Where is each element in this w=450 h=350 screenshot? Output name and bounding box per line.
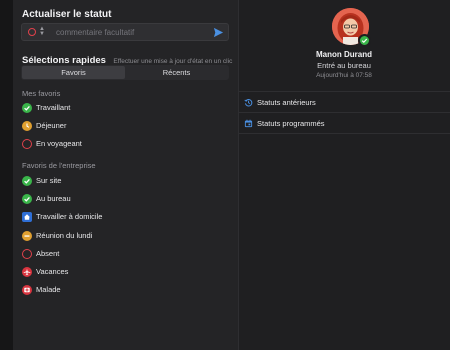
red-ring-icon bbox=[22, 139, 32, 149]
left-rail bbox=[0, 0, 13, 350]
company-item-label: Réunion du lundi bbox=[36, 231, 93, 240]
check-circle-icon bbox=[22, 103, 32, 113]
clock-icon bbox=[22, 121, 32, 131]
company-favorites-label: Favoris de l'entreprise bbox=[22, 161, 96, 170]
history-icon bbox=[244, 99, 253, 107]
favorite-item-label: Déjeuner bbox=[36, 121, 67, 130]
send-icon[interactable] bbox=[213, 27, 224, 38]
company-item-label: Sur site bbox=[36, 176, 62, 185]
airplane-icon bbox=[22, 267, 32, 277]
my-favorites-label: Mes favoris bbox=[22, 89, 61, 98]
company-item-label: Malade bbox=[36, 285, 61, 294]
status-comment-field[interactable]: ▲ ▼ bbox=[21, 23, 229, 41]
favorite-item-label: Travaillant bbox=[36, 103, 71, 112]
quick-tabs: Favoris Récents bbox=[21, 65, 229, 80]
red-ring-icon bbox=[22, 249, 32, 259]
tab-recents[interactable]: Récents bbox=[125, 66, 228, 79]
medical-icon bbox=[22, 285, 32, 295]
home-icon bbox=[22, 212, 32, 222]
panel-title: Actualiser le statut bbox=[22, 9, 112, 20]
divider bbox=[238, 133, 450, 134]
profile-status: Entré au bureau bbox=[317, 61, 371, 70]
check-circle-icon bbox=[22, 194, 32, 204]
comment-input[interactable] bbox=[56, 26, 206, 39]
scheduled-statuses-label: Statuts programmés bbox=[257, 119, 325, 128]
quick-selections-hint: Effectuer une mise à jour d'état en un c… bbox=[113, 58, 233, 65]
status-check-icon bbox=[358, 34, 371, 47]
minus-circle-icon bbox=[22, 231, 32, 241]
divider bbox=[238, 91, 450, 92]
status-picker-icon[interactable] bbox=[28, 28, 36, 36]
calendar-icon bbox=[244, 119, 253, 128]
avatar bbox=[332, 8, 371, 47]
previous-statuses-label: Statuts antérieurs bbox=[257, 98, 316, 107]
company-item-label: Absent bbox=[36, 249, 60, 258]
company-item-label: Travailler à domicile bbox=[36, 212, 103, 221]
check-circle-icon bbox=[22, 176, 32, 186]
status-panel: Actualiser le statut ▲▼ Sélections rapid… bbox=[13, 0, 238, 350]
profile-timestamp: Aujourd'hui à 07:58 bbox=[316, 72, 372, 79]
favorite-item-label: En voyageant bbox=[36, 139, 82, 148]
tab-favoris[interactable]: Favoris bbox=[22, 66, 125, 79]
divider bbox=[238, 112, 450, 113]
company-item-label: Vacances bbox=[36, 267, 69, 276]
chevron-updown-icon[interactable]: ▲ ▼ bbox=[39, 26, 45, 37]
profile-name: Manon Durand bbox=[316, 50, 372, 59]
company-item-label: Au bureau bbox=[36, 194, 71, 203]
